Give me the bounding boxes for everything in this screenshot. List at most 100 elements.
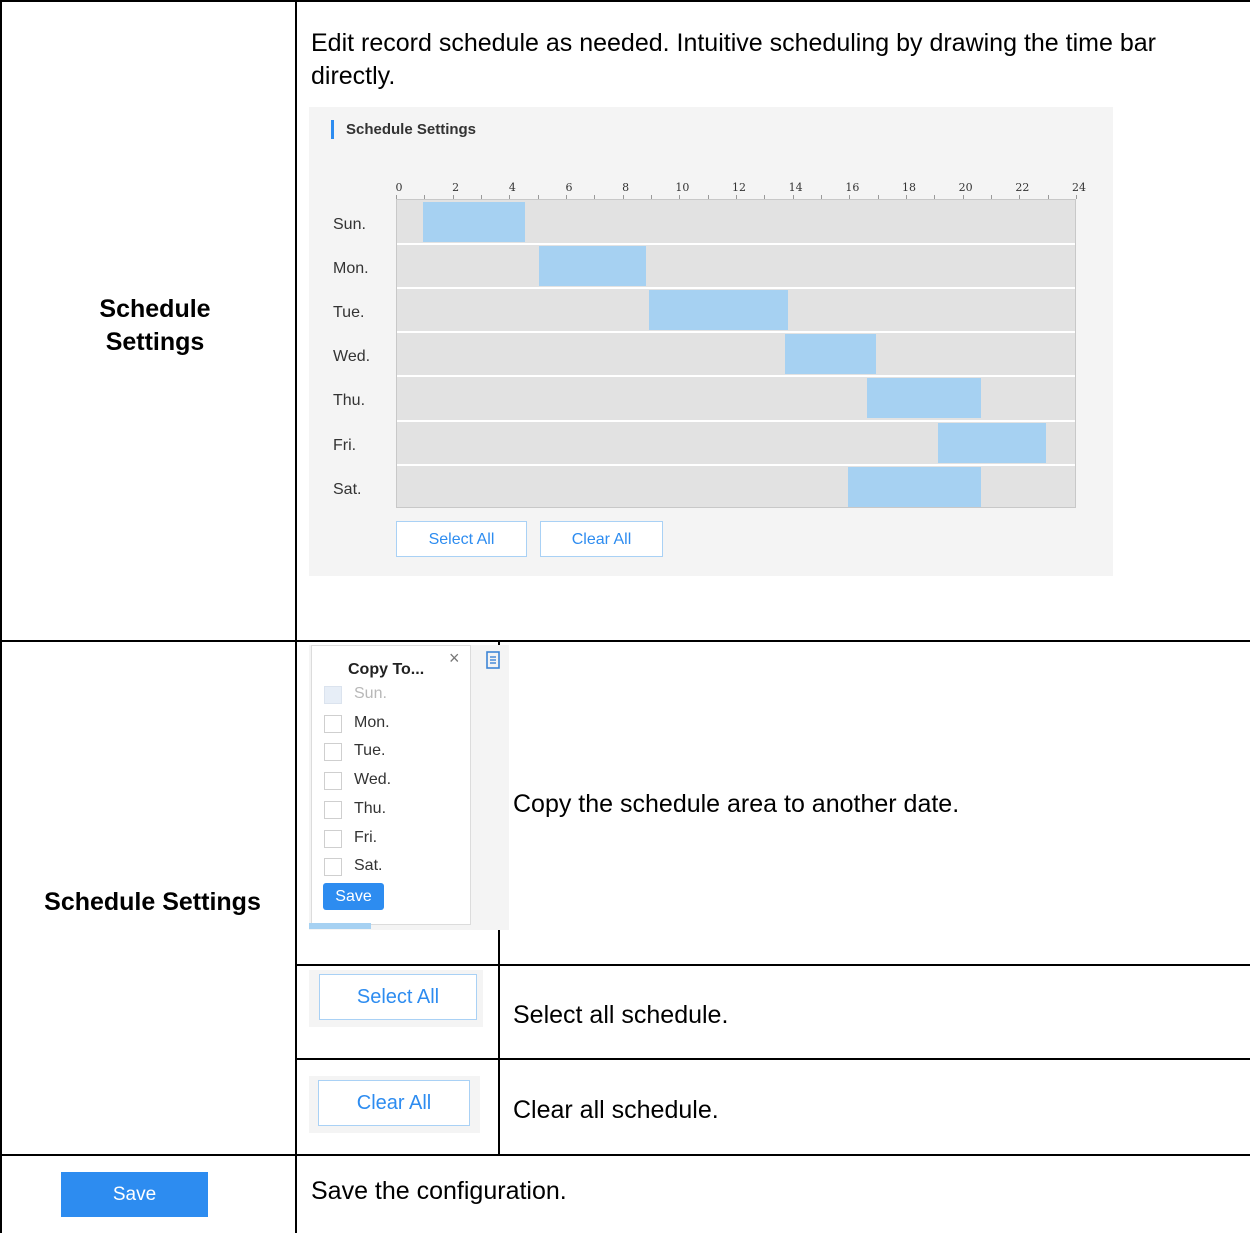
day-checkbox[interactable] [324, 772, 342, 791]
schedule-bar[interactable] [847, 466, 981, 507]
hour-tick [594, 195, 596, 199]
panel-select-all-button[interactable]: Select All [396, 521, 527, 557]
hour-tick [962, 195, 964, 199]
grid-row-separator [397, 243, 1075, 246]
hour-tick-label: 16 [845, 181, 860, 194]
save-button[interactable]: Save [61, 1172, 208, 1217]
grid-row-separator [397, 287, 1075, 290]
clear-all-button[interactable]: Clear All [318, 1080, 470, 1126]
hour-tick-label: 18 [902, 181, 916, 194]
clear-all-description: Clear all schedule. [513, 1096, 719, 1124]
hour-tick [991, 195, 992, 199]
row-divider-2 [0, 1154, 1250, 1156]
inner-row-divider-1 [295, 964, 1250, 966]
day-checkbox-label: Thu. [354, 799, 387, 817]
hour-tick [679, 195, 681, 199]
panel-title: Schedule Settings [331, 120, 476, 139]
hour-tick [707, 195, 709, 199]
hour-tick [424, 195, 426, 199]
copy-popup-screenshot: Copy To... × Sun. Mon. Tue. Wed. Thu. Fri. Sat… [309, 645, 509, 930]
schedule-bar[interactable] [785, 334, 876, 375]
close-icon[interactable]: × [449, 648, 460, 669]
copy-icon[interactable] [485, 650, 501, 670]
hour-tick [736, 195, 737, 199]
hour-tick [622, 195, 624, 199]
schedule-bar[interactable] [538, 246, 647, 287]
schedule-bar-fragment [309, 923, 371, 929]
hour-tick-label: 12 [732, 181, 746, 194]
hour-tick [566, 195, 567, 199]
schedule-grid[interactable] [396, 199, 1076, 508]
hour-tick-label: 4 [508, 181, 516, 194]
day-checkbox[interactable] [324, 858, 342, 877]
row1-title: Schedule Settings [99, 295, 211, 356]
hour-tick-label: 2 [452, 181, 460, 194]
day-label: Sun. [333, 216, 366, 233]
hour-tick [877, 195, 879, 199]
copy-to-popup: Copy To... × Sun. Mon. Tue. Wed. Thu. Fri. Sat… [311, 645, 471, 925]
clear-all-screenshot: Clear All [309, 1076, 480, 1133]
grid-row-separator [397, 463, 1075, 466]
hour-tick [537, 195, 539, 199]
grid-row-separator [397, 331, 1075, 334]
hour-tick-label: 0 [395, 181, 403, 194]
inner-row-divider-2 [295, 1058, 1250, 1060]
grid-row-separator [397, 375, 1075, 378]
select-all-screenshot: Select All [309, 970, 483, 1027]
day-checkbox-label: Fri. [354, 828, 378, 846]
select-all-description: Select all schedule. [513, 1001, 729, 1029]
hour-tick-label: 8 [622, 181, 630, 194]
day-checkbox-label: Wed. [354, 771, 392, 789]
row-divider-1 [0, 640, 1250, 642]
schedule-bar[interactable] [649, 290, 788, 331]
day-label: Tue. [333, 304, 365, 322]
select-all-button[interactable]: Select All [319, 974, 477, 1020]
copy-save-button[interactable]: Save [323, 883, 384, 910]
hour-tick [509, 195, 511, 199]
day-checkbox-label: Mon. [354, 713, 390, 731]
row1-description: Edit record schedule as needed. Intuitiv… [311, 29, 1156, 90]
hour-tick [452, 195, 454, 199]
hour-tick-label: 6 [565, 181, 573, 194]
day-checkbox-label: Sun. [354, 685, 387, 702]
panel-clear-all-button[interactable]: Clear All [540, 521, 663, 557]
copy-to-title: Copy To... [348, 661, 425, 678]
schedule-bar[interactable] [938, 422, 1046, 463]
hour-tick [1047, 195, 1049, 199]
hour-tick [764, 195, 766, 199]
schedule-bar[interactable] [867, 378, 981, 419]
hour-tick-label: 20 [958, 181, 973, 194]
hour-tick-label: 22 [1015, 181, 1030, 194]
hour-tick [849, 195, 851, 199]
hour-tick [481, 195, 482, 199]
schedule-bar[interactable] [422, 202, 525, 242]
day-checkbox-label: Tue. [354, 742, 386, 760]
day-checkbox-label: Sat. [354, 857, 383, 875]
hour-tick [396, 195, 397, 199]
day-label: Sat. [333, 480, 362, 498]
hour-tick-label: 10 [675, 181, 690, 194]
hour-tick [821, 195, 822, 199]
hour-tick-label: 24 [1072, 181, 1086, 194]
day-label: Mon. [333, 260, 369, 278]
hour-tick [1019, 195, 1021, 199]
day-label: Wed. [333, 348, 371, 366]
grid-row-separator [397, 419, 1075, 422]
day-label: Fri. [333, 436, 357, 454]
copy-description: Copy the schedule area to another date. [513, 790, 960, 818]
hour-tick [934, 195, 936, 199]
day-checkbox[interactable] [324, 829, 342, 848]
day-checkbox [324, 686, 342, 704]
save-description: Save the configuration. [311, 1177, 567, 1205]
day-label: Thu. [333, 392, 366, 410]
table-border-left [0, 0, 2, 1233]
hour-tick [651, 195, 652, 199]
hour-tick-label: 14 [788, 181, 803, 194]
hour-tick [1076, 195, 1077, 199]
day-checkbox[interactable] [324, 743, 342, 762]
column-divider [295, 0, 297, 1233]
day-checkbox[interactable] [324, 800, 342, 819]
row2-title: Schedule Settings [44, 888, 261, 916]
day-checkbox[interactable] [324, 714, 342, 733]
table-border-top [0, 0, 1250, 2]
